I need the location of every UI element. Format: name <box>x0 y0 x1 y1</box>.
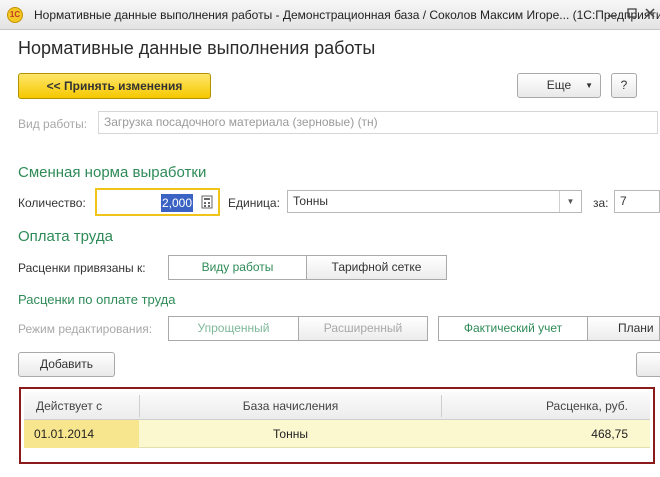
minimize-icon[interactable] <box>603 6 621 24</box>
rates-table: Действует с База начисления Расценка, ру… <box>19 387 655 464</box>
bound-to-tariff-grid-button[interactable]: Тарифной сетке <box>306 255 447 280</box>
page-title: Нормативные данные выполнения работы <box>18 38 376 58</box>
unit-value: Тонны <box>293 194 328 208</box>
rates-section-title: Расценки по оплате труда <box>18 292 176 307</box>
quantity-label: Количество: <box>18 196 86 210</box>
accept-changes-button[interactable]: << Принять изменения <box>18 73 211 99</box>
cell-effective-from[interactable]: 01.01.2014 <box>24 420 139 448</box>
calculator-icon[interactable] <box>201 195 213 214</box>
window-titlebar: 1С Нормативные данные выполнения работы … <box>0 0 660 30</box>
edit-mode-label: Режим редактирования: <box>18 322 153 336</box>
cell-rate[interactable]: 468,75 <box>442 420 628 448</box>
more-label: Еще <box>546 78 572 92</box>
shift-norm-section-title: Сменная норма выработки <box>18 164 207 181</box>
chevron-down-icon: ▼ <box>585 81 593 90</box>
quantity-field[interactable]: 2,000 <box>95 188 220 216</box>
planned-accounting-button[interactable]: Плани <box>587 316 660 341</box>
unit-select[interactable]: Тонны ▼ <box>287 190 582 213</box>
table-header: Действует с База начисления Расценка, ру… <box>24 392 650 420</box>
quantity-value: 2,000 <box>160 194 193 212</box>
unit-label: Единица: <box>228 196 280 210</box>
work-type-field[interactable]: Загрузка посадочного материала (зерновые… <box>98 111 658 134</box>
maximize-icon[interactable] <box>623 6 641 24</box>
column-header-rate[interactable]: Расценка, руб. <box>442 392 628 420</box>
window-title: Нормативные данные выполнения работы - Д… <box>34 8 660 22</box>
payment-section-title: Оплата труда <box>18 228 113 245</box>
add-rate-button[interactable]: Добавить <box>18 352 115 377</box>
close-icon[interactable] <box>641 6 659 24</box>
per-field[interactable]: 7 <box>614 190 660 213</box>
column-header-effective-from[interactable]: Действует с <box>36 392 102 420</box>
bound-to-work-type-button[interactable]: Виду работы <box>168 255 307 280</box>
cell-accrual-base[interactable]: Тонны <box>140 420 441 448</box>
rates-bound-label: Расценки привязаны к: <box>18 261 146 275</box>
help-button[interactable]: ? <box>611 73 637 98</box>
column-header-accrual-base[interactable]: База начисления <box>140 392 441 420</box>
per-label: за: <box>593 196 609 210</box>
actual-accounting-button[interactable]: Фактический учет <box>438 316 588 341</box>
work-type-label: Вид работы: <box>18 117 88 131</box>
1c-app-icon: 1С <box>7 7 23 23</box>
mode-extended-button[interactable]: Расширенный <box>298 316 428 341</box>
dropdown-arrow-icon[interactable]: ▼ <box>559 191 581 212</box>
more-menu-button[interactable]: Еще ▼ <box>517 73 601 98</box>
table-extra-button[interactable] <box>636 352 660 377</box>
table-row[interactable]: 01.01.2014 Тонны 468,75 <box>24 420 650 448</box>
mode-simplified-button[interactable]: Упрощенный <box>168 316 299 341</box>
